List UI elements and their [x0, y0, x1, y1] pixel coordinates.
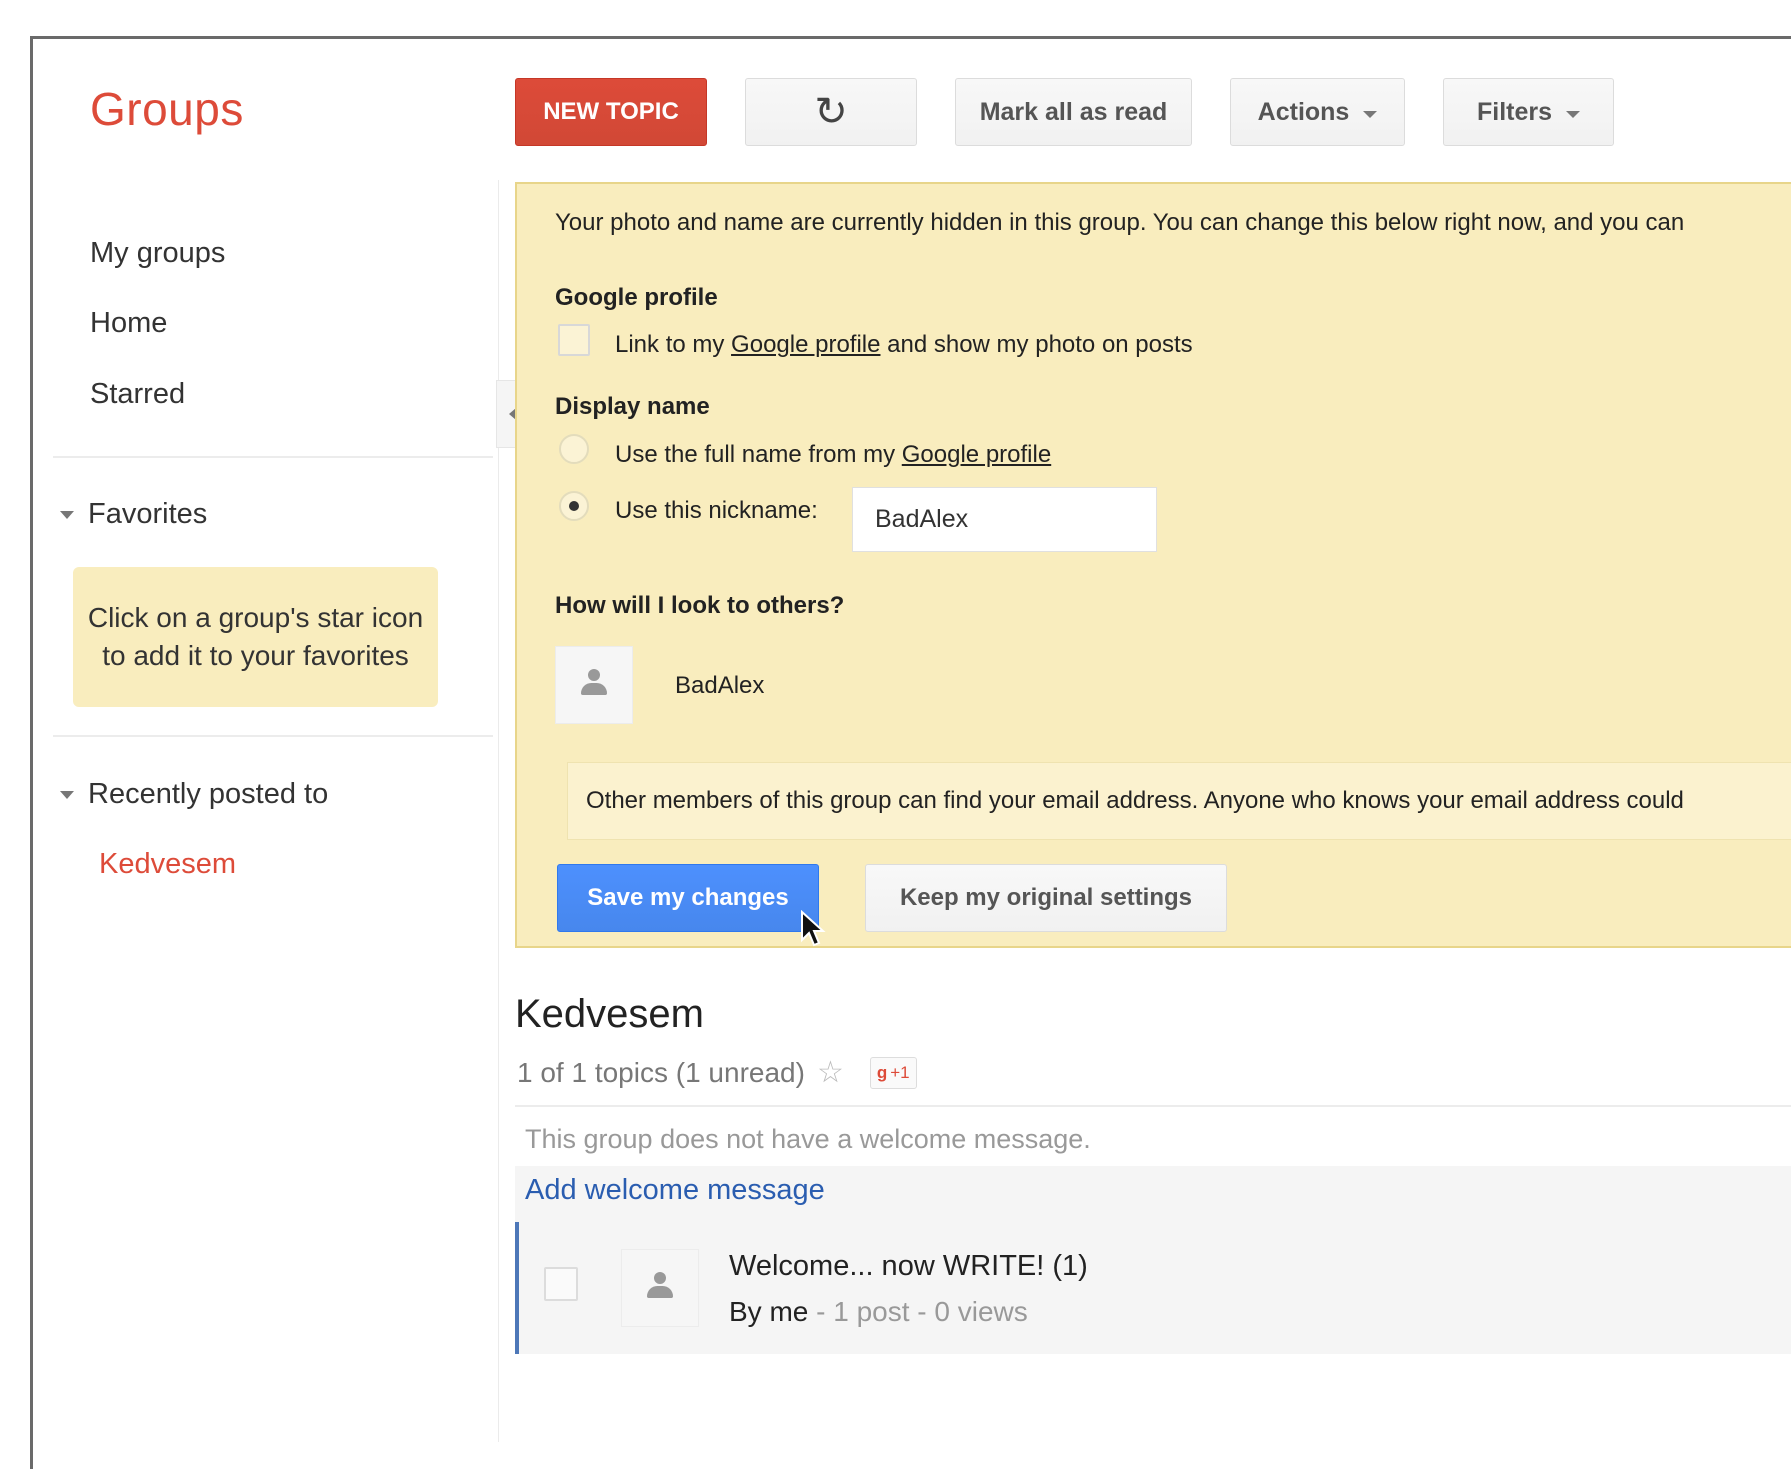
- keep-settings-button[interactable]: Keep my original settings: [865, 864, 1227, 932]
- email-note-text: Other members of this group can find you…: [586, 787, 1684, 814]
- save-changes-button[interactable]: Save my changes: [557, 864, 819, 932]
- person-icon: [645, 1272, 675, 1304]
- link-profile-label: Link to my Google profile and show my ph…: [615, 331, 1193, 359]
- favorites-hint: Click on a group's star icon to add it t…: [73, 567, 438, 707]
- favorites-label: Favorites: [88, 498, 208, 530]
- sidebar-item-kedvesem[interactable]: Kedvesem: [99, 848, 236, 881]
- nickname-radio[interactable]: [559, 491, 589, 521]
- topic-checkbox[interactable]: [544, 1267, 578, 1301]
- group-meta: 1 of 1 topics (1 unread) ☆ g +1: [517, 1055, 917, 1090]
- nickname-label: Use this nickname:: [615, 497, 818, 524]
- google-profile-link[interactable]: Google profile: [902, 441, 1051, 468]
- full-name-radio[interactable]: [559, 434, 589, 464]
- sidebar-divider: [53, 456, 493, 458]
- preview-heading: How will I look to others?: [555, 592, 845, 619]
- avatar: [555, 646, 633, 724]
- topic-count: 1 of 1 topics (1 unread): [517, 1056, 805, 1088]
- new-topic-button[interactable]: NEW TOPIC: [515, 78, 707, 146]
- add-welcome-row: Add welcome message: [515, 1166, 1791, 1222]
- person-icon: [579, 669, 609, 701]
- sidebar-item-starred[interactable]: Starred: [90, 378, 185, 411]
- refresh-button[interactable]: ↻: [745, 78, 917, 146]
- topic-meta: By me - 1 post - 0 views: [729, 1296, 1028, 1328]
- link-profile-text-after: and show my photo on posts: [880, 331, 1193, 358]
- mark-all-read-button[interactable]: Mark all as read: [955, 78, 1192, 146]
- add-welcome-link[interactable]: Add welcome message: [525, 1174, 825, 1207]
- favorites-toggle[interactable]: Favorites: [60, 498, 207, 531]
- filters-dropdown[interactable]: Filters: [1443, 78, 1614, 146]
- preview-name: BadAlex: [675, 672, 765, 699]
- star-icon[interactable]: ☆: [817, 1055, 844, 1090]
- groups-logo[interactable]: Groups: [90, 82, 244, 136]
- triangle-down-icon: [60, 511, 74, 519]
- chevron-down-icon: [1363, 110, 1378, 118]
- triangle-down-icon: [60, 791, 74, 799]
- sidebar-item-home[interactable]: Home: [90, 307, 167, 340]
- sidebar-divider: [53, 735, 493, 737]
- nickname-input[interactable]: [852, 487, 1157, 552]
- full-name-label: Use the full name from my Google profile: [615, 441, 1051, 469]
- plus-one-label: +1: [890, 1062, 910, 1082]
- sidebar: My groups Home Starred Favorites Click o…: [33, 180, 528, 1442]
- google-plus-icon: g: [876, 1062, 888, 1082]
- refresh-icon: ↻: [814, 90, 848, 134]
- recently-posted-label: Recently posted to: [88, 778, 329, 810]
- topic-title[interactable]: Welcome... now WRITE! (1): [729, 1250, 1088, 1283]
- avatar: [621, 1249, 699, 1327]
- google-profile-link[interactable]: Google profile: [731, 331, 880, 358]
- recently-posted-toggle[interactable]: Recently posted to: [60, 778, 328, 811]
- topic-row[interactable]: Welcome... now WRITE! (1) By me - 1 post…: [515, 1222, 1791, 1354]
- filters-label: Filters: [1476, 97, 1553, 126]
- chevron-down-icon: [1566, 110, 1581, 118]
- welcome-message: This group does not have a welcome messa…: [525, 1124, 1091, 1154]
- group-title: Kedvesem: [515, 992, 704, 1036]
- section-divider: [515, 1105, 1791, 1107]
- link-profile-checkbox[interactable]: [558, 324, 590, 356]
- actions-dropdown[interactable]: Actions: [1230, 78, 1405, 146]
- mouse-cursor-icon: [801, 910, 826, 947]
- display-name-heading: Display name: [555, 393, 710, 420]
- google-plus-one-button[interactable]: g +1: [869, 1056, 917, 1089]
- profile-visibility-notice: Your photo and name are currently hidden…: [515, 182, 1791, 948]
- topic-stats: - 1 post - 0 views: [808, 1296, 1028, 1327]
- actions-label: Actions: [1257, 97, 1350, 126]
- full-name-text: Use the full name from my: [615, 441, 902, 468]
- topic-author: By me: [729, 1296, 809, 1327]
- email-visibility-note: Other members of this group can find you…: [567, 762, 1791, 840]
- google-profile-heading: Google profile: [555, 284, 718, 311]
- sidebar-item-my-groups[interactable]: My groups: [90, 237, 225, 270]
- link-profile-text: Link to my: [615, 331, 732, 358]
- notice-intro: Your photo and name are currently hidden…: [555, 209, 1685, 236]
